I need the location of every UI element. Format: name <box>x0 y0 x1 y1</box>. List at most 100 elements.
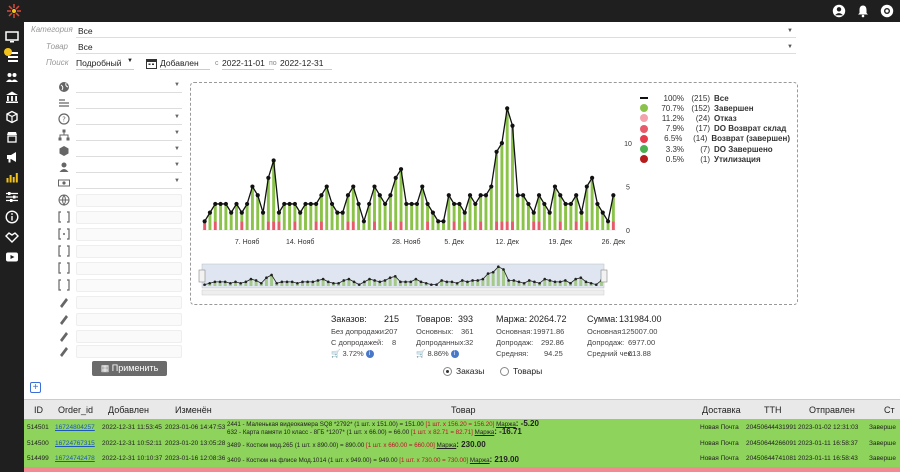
legend-item[interactable]: 11.2% (24) Отказ <box>640 113 790 123</box>
table-row[interactable]: 514500 16724767315 2022-12-31 10:52:11 2… <box>24 437 900 452</box>
to-label: по <box>269 60 277 67</box>
date-to-input[interactable]: 2022-12-31 <box>280 58 332 70</box>
bell-icon[interactable] <box>856 4 870 18</box>
navigator-point <box>450 280 454 284</box>
col-status[interactable]: Ст <box>884 405 895 415</box>
col-order-id[interactable]: Order_id <box>58 405 93 415</box>
bracket-filter-5[interactable] <box>76 279 182 292</box>
bar-completed <box>569 203 573 230</box>
support-icon[interactable] <box>880 4 894 18</box>
bracket-filter-3[interactable] <box>76 245 182 258</box>
bar-completed <box>261 212 265 230</box>
monitor-icon[interactable] <box>5 30 19 44</box>
bracket-filter-1[interactable] <box>76 211 182 224</box>
mode-select[interactable]: Подробный ▼ <box>76 58 134 70</box>
bar-completed <box>516 195 520 230</box>
goods-select[interactable]: Все ▼ <box>76 40 796 54</box>
col-goods[interactable]: Товар <box>451 405 476 415</box>
play-icon[interactable] <box>5 250 19 264</box>
bar-returned <box>495 221 499 230</box>
navigator-handle[interactable] <box>600 269 608 283</box>
legend-item[interactable]: 0.5% (1) Утилизация <box>640 154 790 164</box>
navigator-point <box>254 279 258 282</box>
add-column-button[interactable]: + <box>30 382 41 393</box>
y-tick-label: 5 <box>626 185 630 192</box>
money-icon <box>58 179 70 187</box>
region-select[interactable]: ▼ <box>76 81 182 93</box>
user-icon <box>59 162 69 172</box>
date-type-select[interactable]: Добавлен <box>160 58 210 70</box>
payment-select[interactable]: ▼ <box>76 177 182 189</box>
source-select[interactable]: ▼ <box>76 129 182 141</box>
box-icon[interactable] <box>5 110 19 124</box>
avg-check-label: Средний чек: <box>587 349 634 358</box>
col-changed[interactable]: Изменён <box>175 405 212 415</box>
navigator-point <box>584 280 588 284</box>
navigator-point <box>481 277 485 281</box>
bank-icon[interactable] <box>5 90 19 104</box>
info-icon[interactable]: i <box>450 350 459 359</box>
apply-button[interactable]: ▦ Применить <box>92 361 167 376</box>
ip-input[interactable] <box>76 194 182 207</box>
total-point <box>420 184 425 189</box>
calendar-icon[interactable] <box>146 58 157 69</box>
megaphone-icon[interactable] <box>5 150 19 164</box>
navigator-point <box>569 281 572 285</box>
navigator-handle[interactable] <box>198 269 206 283</box>
table-row[interactable]: 514499 16724742478 2022-12-31 10:10:37 2… <box>24 452 900 467</box>
chart-icon[interactable] <box>5 170 19 184</box>
pen-filter-1[interactable] <box>76 296 182 309</box>
sum-main-value: 125007.00 <box>622 327 658 336</box>
info-icon[interactable] <box>5 210 19 224</box>
table-row[interactable] <box>24 467 900 472</box>
bracket-filter-2[interactable] <box>76 228 182 241</box>
navigator-point <box>321 277 325 281</box>
col-ttn[interactable]: ТТН <box>764 405 782 415</box>
notification-badge <box>4 48 12 56</box>
legend-item[interactable]: 3.3% (7) DO Завершено <box>640 144 790 154</box>
pen-filter-4[interactable] <box>76 345 182 358</box>
handshake-icon[interactable] <box>5 230 19 244</box>
bar-completed <box>235 203 238 230</box>
total-point <box>552 184 558 189</box>
navigator-point <box>388 276 392 280</box>
no-upsell-value: 207 <box>385 327 398 336</box>
x-tick-label: 7. Нояб <box>235 238 260 246</box>
info-icon[interactable]: i <box>365 350 374 359</box>
text-filter-field[interactable] <box>76 97 182 109</box>
legend-item[interactable]: 100% (215) Все <box>640 93 790 103</box>
users-icon[interactable] <box>5 70 19 84</box>
table-row[interactable]: 514501 16724804257 2022-12-31 11:53:45 2… <box>24 419 900 437</box>
pen-filter-2[interactable] <box>76 313 182 326</box>
sliders-icon[interactable] <box>5 190 19 204</box>
legend-item[interactable]: 7.9% (17) DO Возврат склад <box>640 124 790 134</box>
legend-item[interactable]: 6.5% (14) Возврат (завершен) <box>640 134 790 144</box>
col-added[interactable]: Добавлен <box>108 405 149 415</box>
navigator-point <box>213 280 217 284</box>
radio-goods[interactable]: Товары <box>500 366 542 376</box>
navigator-scrollbar[interactable] <box>201 289 605 296</box>
navigator-point <box>553 280 557 284</box>
user-icon[interactable] <box>832 4 846 18</box>
status-select[interactable]: ▼ <box>76 113 182 125</box>
radio-orders[interactable]: Заказы <box>443 366 484 376</box>
bracket-filter-4[interactable] <box>76 262 182 275</box>
margin-avg-label: Средняя: <box>496 349 529 358</box>
bar-returned <box>558 221 562 230</box>
bar-completed <box>325 186 329 230</box>
navigator-point <box>280 280 284 284</box>
globe-outline-icon <box>58 194 70 206</box>
pen-filter-3[interactable] <box>76 330 182 343</box>
legend-item[interactable]: 70.7% (152) Завершен <box>640 103 790 113</box>
date-from-input[interactable]: 2022-11-01 <box>222 58 274 70</box>
warehouse-icon[interactable] <box>5 130 19 144</box>
col-id[interactable]: ID <box>34 405 43 415</box>
total-point <box>452 201 457 207</box>
total-point <box>483 193 489 198</box>
product-group-select[interactable]: ▼ <box>76 145 182 157</box>
manager-select[interactable]: ▼ <box>76 161 182 173</box>
navigator-point <box>373 279 376 282</box>
col-delivery[interactable]: Доставка <box>702 405 741 415</box>
category-select[interactable]: Все ▼ <box>76 24 796 38</box>
col-sent[interactable]: Отправлен <box>809 405 855 415</box>
